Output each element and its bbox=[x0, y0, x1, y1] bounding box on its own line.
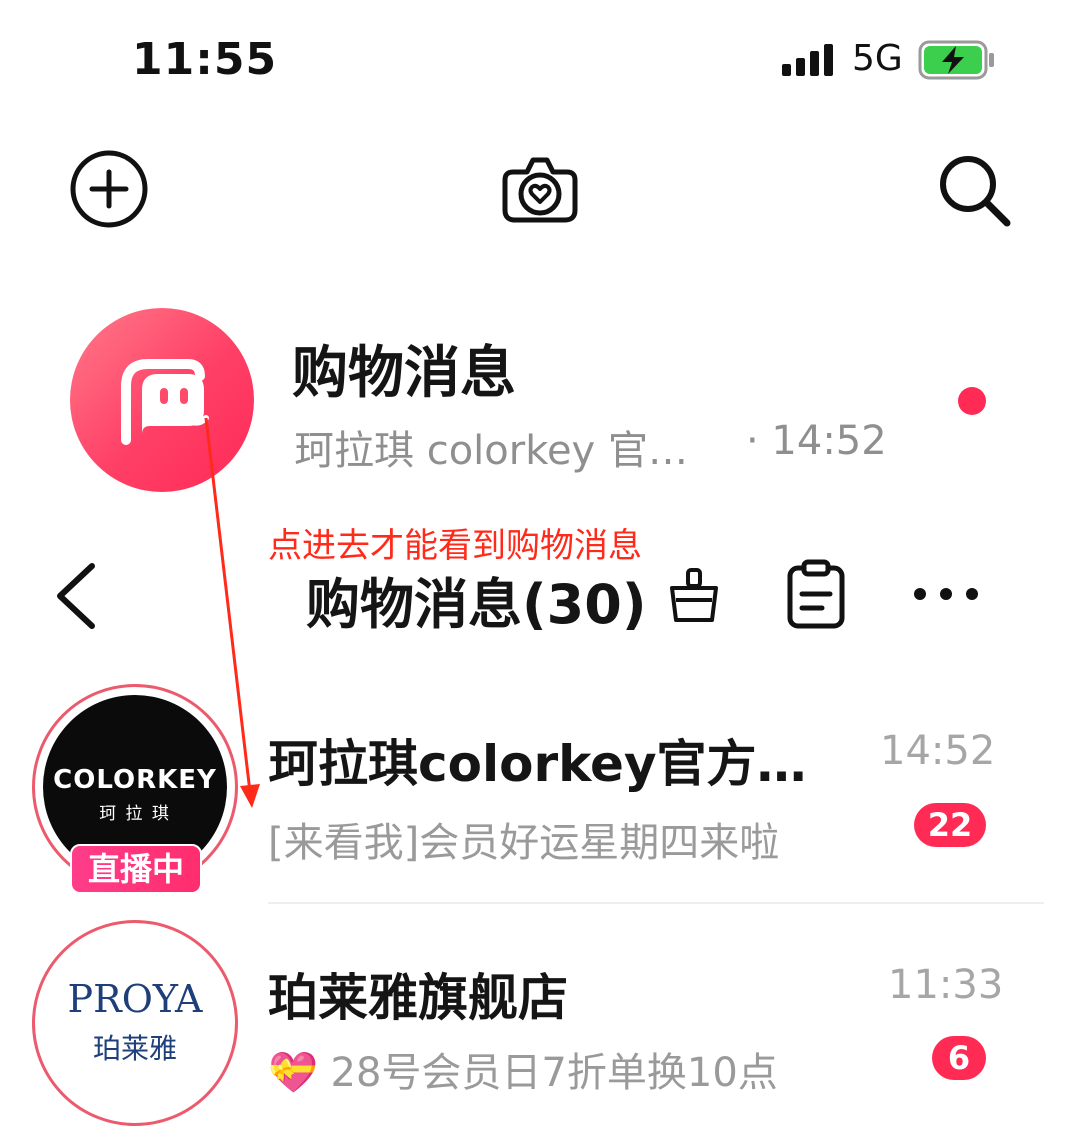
logo-main-text: PROYA bbox=[67, 977, 203, 1021]
more-icon[interactable] bbox=[910, 576, 982, 612]
conversation-preview: 💝 28号会员日7折单换10点 bbox=[268, 1050, 778, 1096]
camera-heart-icon[interactable] bbox=[499, 148, 581, 230]
unread-count-badge: 6 bbox=[932, 1036, 986, 1080]
conversation-avatar[interactable]: PROYA 珀莱雅 bbox=[32, 920, 238, 1126]
list-title: 购物消息(30) bbox=[306, 573, 647, 636]
status-time: 11:55 bbox=[132, 34, 278, 85]
conversation-name[interactable]: 珀莱雅旗舰店 bbox=[268, 958, 568, 1030]
chat-robot-icon bbox=[121, 359, 209, 445]
conversation-preview: [来看我]会员好运星期四来啦 bbox=[268, 820, 780, 866]
shopping-message-title[interactable]: 购物消息 bbox=[292, 328, 516, 409]
logo-sub-text: 珂 拉 琪 bbox=[99, 804, 171, 824]
network-type: 5G bbox=[852, 38, 903, 79]
search-icon[interactable] bbox=[934, 150, 1016, 232]
broom-icon[interactable] bbox=[666, 566, 722, 626]
shopping-message-preview: 珂拉琪 colorkey 官… bbox=[294, 428, 688, 474]
logo-main-text: COLORKEY bbox=[53, 765, 217, 795]
unread-count-badge: 22 bbox=[914, 803, 986, 847]
back-icon[interactable] bbox=[52, 562, 104, 630]
cellular-signal-icon bbox=[782, 44, 833, 76]
conversation-time: 14:52 bbox=[880, 728, 996, 774]
clipboard-icon[interactable] bbox=[784, 558, 848, 630]
conversation-time: 11:33 bbox=[888, 962, 1004, 1008]
logo-sub-text: 珀莱雅 bbox=[92, 1032, 177, 1065]
list-divider bbox=[268, 902, 1044, 904]
unread-dot bbox=[958, 387, 986, 415]
add-icon[interactable] bbox=[68, 148, 150, 230]
battery-charging-icon bbox=[918, 40, 994, 80]
shopping-message-avatar[interactable] bbox=[70, 308, 254, 492]
live-badge: 直播中 bbox=[70, 844, 202, 894]
shopping-message-time: · 14:52 bbox=[746, 418, 887, 464]
conversation-name[interactable]: 珂拉琪colorkey官方… bbox=[268, 724, 807, 796]
